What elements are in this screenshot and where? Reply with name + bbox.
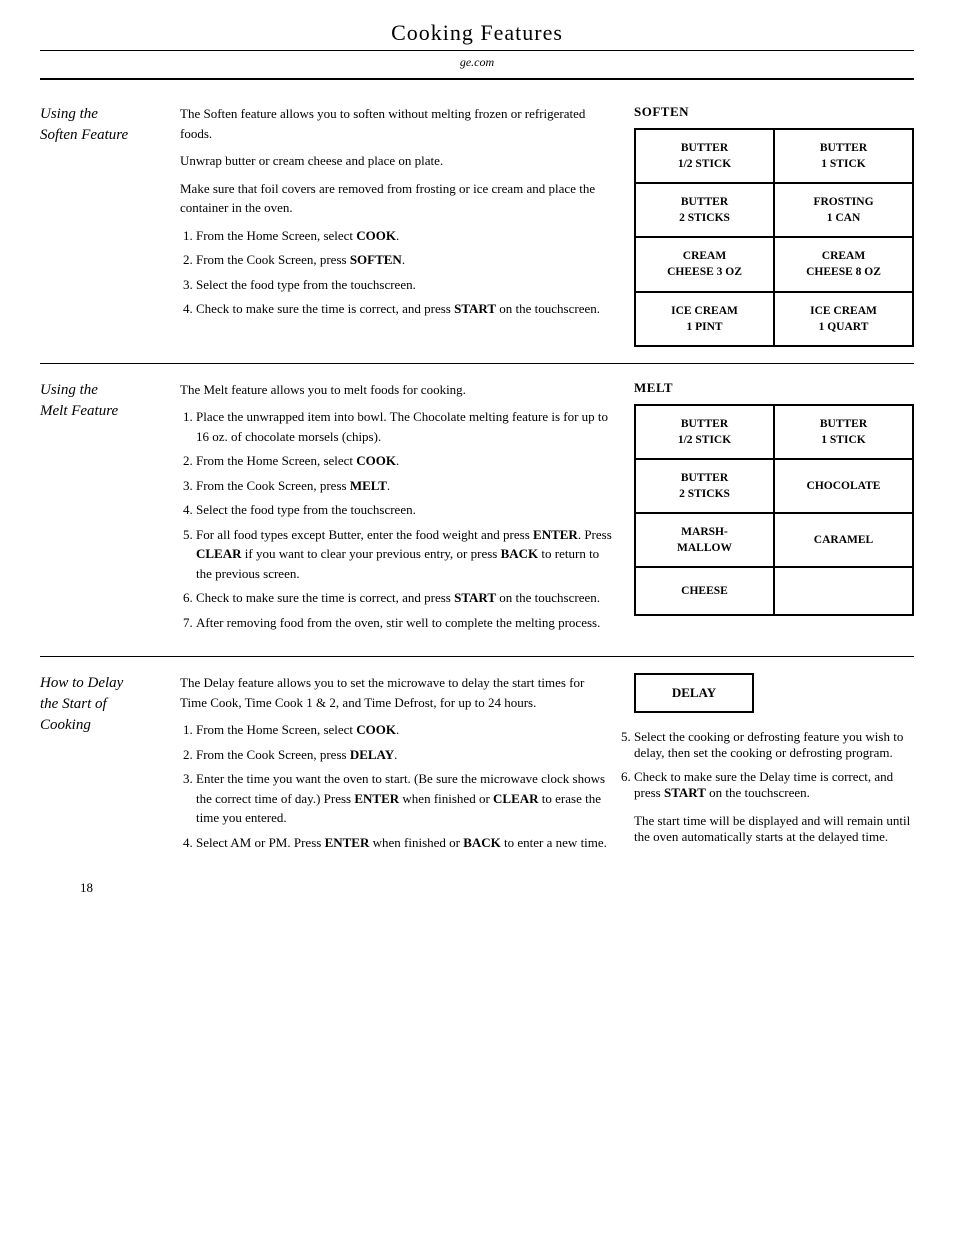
soften-section: Using theSoften Feature The Soften featu… (40, 88, 914, 364)
melt-step-3: From the Cook Screen, press MELT. (196, 476, 614, 496)
page-title: Cooking Features (391, 20, 563, 45)
melt-section-title: Using theMelt Feature (40, 380, 180, 641)
melt-content: The Melt feature allows you to melt food… (180, 380, 634, 641)
btn-melt-cheese[interactable]: CHEESE (636, 568, 775, 616)
btn-melt-empty (775, 568, 914, 616)
btn-cream-cheese-8oz[interactable]: CREAMCHEESE 8 OZ (775, 238, 914, 292)
btn-butter-2-sticks[interactable]: BUTTER2 STICKS (636, 184, 775, 238)
btn-butter-half-stick[interactable]: BUTTER1/2 STICK (636, 130, 775, 184)
soften-para-2: Unwrap butter or cream cheese and place … (180, 151, 614, 171)
soften-title: Using theSoften Feature (40, 104, 170, 146)
soften-step-3: Select the food type from the touchscree… (196, 275, 614, 295)
delay-steps-left: From the Home Screen, select COOK. From … (196, 720, 614, 852)
website: ge.com (40, 55, 914, 70)
main-rule (40, 78, 914, 80)
melt-step-4: Select the food type from the touchscree… (196, 500, 614, 520)
melt-step-6: Check to make sure the time is correct, … (196, 588, 614, 608)
soften-step-1: From the Home Screen, select COOK. (196, 226, 614, 246)
delay-content: The Delay feature allows you to set the … (180, 673, 634, 860)
delay-steps-right: Select the cooking or defrosting feature… (634, 729, 914, 801)
melt-label: MELT (634, 380, 914, 396)
header-rule (40, 50, 914, 51)
delay-para-1: The Delay feature allows you to set the … (180, 673, 614, 712)
btn-melt-butter-2-sticks[interactable]: BUTTER2 STICKS (636, 460, 775, 514)
btn-butter-1-stick[interactable]: BUTTER1 STICK (775, 130, 914, 184)
melt-step-7: After removing food from the oven, stir … (196, 613, 614, 633)
page-number: 18 (80, 880, 93, 896)
melt-buttons: MELT BUTTER1/2 STICK BUTTER1 STICK BUTTE… (634, 380, 914, 641)
melt-steps: Place the unwrapped item into bowl. The … (196, 407, 614, 632)
melt-step-1: Place the unwrapped item into bowl. The … (196, 407, 614, 446)
page-header: Cooking Features ge.com (40, 20, 914, 80)
soften-grid: BUTTER1/2 STICK BUTTER1 STICK BUTTER2 ST… (634, 128, 914, 347)
btn-melt-chocolate[interactable]: CHOCOLATE (775, 460, 914, 514)
soften-section-title: Using theSoften Feature (40, 104, 180, 347)
melt-para-1: The Melt feature allows you to melt food… (180, 380, 614, 400)
melt-grid: BUTTER1/2 STICK BUTTER1 STICK BUTTER2 ST… (634, 404, 914, 617)
melt-section: Using theMelt Feature The Melt feature a… (40, 364, 914, 658)
btn-melt-marshmallow[interactable]: MARSH-MALLOW (636, 514, 775, 568)
soften-para-1: The Soften feature allows you to soften … (180, 104, 614, 143)
delay-title: How to Delaythe Start ofCooking (40, 673, 170, 736)
soften-label: SOFTEN (634, 104, 914, 120)
soften-para-3: Make sure that foil covers are removed f… (180, 179, 614, 218)
btn-melt-caramel[interactable]: CARAMEL (775, 514, 914, 568)
btn-ice-cream-pint[interactable]: ICE CREAM1 PINT (636, 293, 775, 347)
soften-buttons: SOFTEN BUTTER1/2 STICK BUTTER1 STICK BUT… (634, 104, 914, 347)
soften-steps: From the Home Screen, select COOK. From … (196, 226, 614, 319)
btn-cream-cheese-3oz[interactable]: CREAMCHEESE 3 OZ (636, 238, 775, 292)
delay-step-4: Select AM or PM. Press ENTER when finish… (196, 833, 614, 853)
delay-step-1: From the Home Screen, select COOK. (196, 720, 614, 740)
delay-step-6: Check to make sure the Delay time is cor… (634, 769, 914, 801)
melt-step-2: From the Home Screen, select COOK. (196, 451, 614, 471)
delay-para-right: The start time will be displayed and wil… (634, 813, 914, 845)
melt-title: Using theMelt Feature (40, 380, 170, 422)
delay-step-2: From the Cook Screen, press DELAY. (196, 745, 614, 765)
soften-content: The Soften feature allows you to soften … (180, 104, 634, 347)
soften-step-4: Check to make sure the time is correct, … (196, 299, 614, 319)
delay-section: How to Delaythe Start ofCooking The Dela… (40, 657, 914, 876)
delay-step-3: Enter the time you want the oven to star… (196, 769, 614, 828)
delay-step-5: Select the cooking or defrosting feature… (634, 729, 914, 761)
delay-right: DELAY Select the cooking or defrosting f… (634, 673, 914, 845)
soften-step-2: From the Cook Screen, press SOFTEN. (196, 250, 614, 270)
delay-button[interactable]: DELAY (634, 673, 754, 713)
btn-frosting-1-can[interactable]: FROSTING1 CAN (775, 184, 914, 238)
delay-section-title: How to Delaythe Start ofCooking (40, 673, 180, 736)
btn-melt-butter-half-stick[interactable]: BUTTER1/2 STICK (636, 406, 775, 460)
melt-step-5: For all food types except Butter, enter … (196, 525, 614, 584)
btn-melt-butter-1-stick[interactable]: BUTTER1 STICK (775, 406, 914, 460)
btn-ice-cream-quart[interactable]: ICE CREAM1 QUART (775, 293, 914, 347)
